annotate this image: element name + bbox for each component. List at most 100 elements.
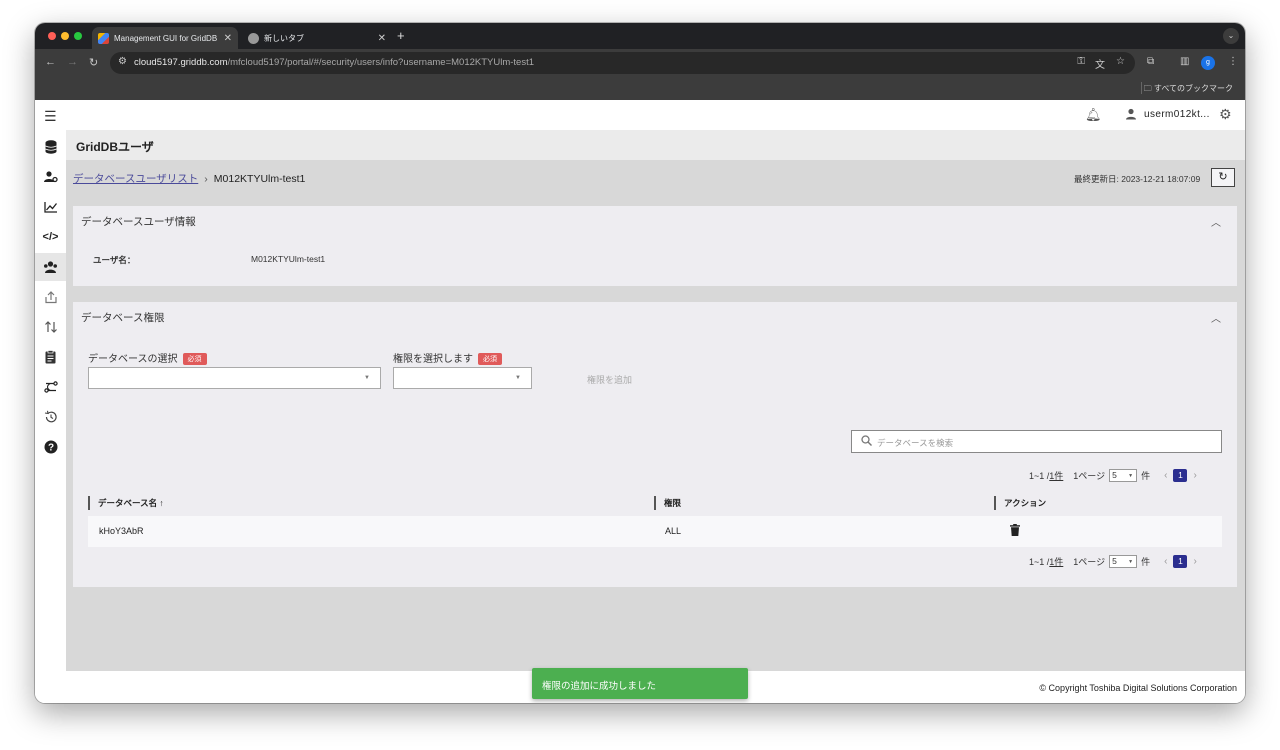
collapse-chevron-icon[interactable]: ︿ — [1211, 310, 1221, 325]
chrome-favicon-icon — [248, 32, 259, 44]
code-icon: </> — [42, 231, 59, 243]
browser-tab-active[interactable]: Management GUI for GridDB ✕ — [92, 27, 238, 49]
total-count-link[interactable]: 1件 — [1049, 469, 1063, 482]
tab-close-icon[interactable]: ✕ — [378, 33, 386, 44]
tab-close-icon[interactable]: ✕ — [224, 33, 232, 44]
required-badge: 必須 — [478, 353, 502, 366]
sidebar-item-database[interactable] — [35, 133, 66, 161]
last-updated: 最終更新日: 2023-12-21 18:07:09 — [1074, 174, 1201, 184]
page-title: GridDBユーザ — [76, 140, 154, 154]
sidebar-item-help[interactable]: ? — [35, 433, 66, 461]
extensions-icon[interactable]: ⧉ — [1147, 56, 1154, 67]
table-row: kHoY3AbR ALL — [88, 516, 1222, 547]
reload-icon[interactable]: ↻ — [89, 56, 98, 69]
next-page-icon[interactable]: › — [1193, 556, 1196, 567]
success-toast: 権限の追加に成功しました — [532, 668, 748, 699]
permissions-header: データベース権限 — [81, 312, 165, 324]
user-gear-icon — [43, 171, 58, 183]
sidebar-item-security[interactable] — [35, 253, 66, 281]
sidebar-item-upload[interactable] — [35, 283, 66, 311]
password-key-icon[interactable]: ⚿ — [1077, 56, 1085, 67]
username-field-value: M012KTYUlm-test1 — [251, 254, 326, 264]
refresh-button[interactable]: ↻ — [1211, 168, 1235, 187]
database-search-input[interactable]: データベースを検索 — [851, 430, 1222, 453]
prev-page-icon[interactable]: ‹ — [1164, 470, 1167, 481]
delete-trash-icon[interactable] — [1010, 524, 1020, 536]
pagination-bottom: 1~1 / 1件 1ページ 5 ▼ 件 ‹ 1 › — [1029, 555, 1197, 568]
title-bar: GridDBユーザ — [66, 130, 1245, 160]
browser-menu-icon[interactable]: ⋮ — [1228, 56, 1238, 67]
permissions-card: データベース権限 ︿ データベースの選択 必須 ▼ 権限を選択します 必須 ▼ 権限… — [73, 302, 1237, 587]
sidebar-item-user-settings[interactable] — [35, 163, 66, 191]
breadcrumb-link-user-list[interactable]: データベースユーザリスト — [73, 173, 198, 185]
address-bar[interactable]: ⚙ cloud5197.griddb.com/mfcloud5197/porta… — [110, 52, 1135, 74]
menu-hamburger-icon[interactable]: ☰ — [44, 108, 57, 125]
notification-bell-icon[interactable]: 🔔︎ — [1085, 107, 1102, 123]
dropdown-caret-icon: ▼ — [364, 375, 370, 381]
new-tab-button[interactable]: + — [397, 28, 405, 43]
main-content: GridDBユーザ データベースユーザリスト › M012KTYUlm-test1 … — [66, 130, 1245, 703]
total-count-link[interactable]: 1件 — [1049, 555, 1063, 568]
sidebar-item-history[interactable] — [35, 403, 66, 431]
user-icon — [1126, 108, 1136, 120]
page-size-select[interactable]: 5 ▼ — [1109, 555, 1138, 568]
current-page-button[interactable]: 1 — [1173, 469, 1188, 482]
site-settings-icon[interactable]: ⚙ — [118, 56, 127, 67]
prev-page-icon[interactable]: ‹ — [1164, 556, 1167, 567]
tab-title: Management GUI for GridDB — [114, 33, 218, 43]
breadcrumb-current: M012KTYUlm-test1 — [213, 173, 306, 185]
url-text: cloud5197.griddb.com/mfcloud5197/portal/… — [134, 57, 535, 68]
tab-strip: Management GUI for GridDB ✕ 新しいタブ ✕ + ⌄ — [35, 23, 1245, 49]
help-icon: ? — [44, 440, 57, 454]
clipboard-icon — [45, 350, 56, 364]
close-window-button[interactable] — [48, 32, 56, 40]
pagination-top: 1~1 / 1件 1ページ 5 ▼ 件 ‹ 1 › — [1029, 469, 1197, 482]
collapse-chevron-icon[interactable]: ︿ — [1211, 214, 1221, 229]
username-label[interactable]: userm012kt... — [1144, 109, 1210, 120]
line-chart-icon — [43, 202, 57, 213]
tab-search-icon[interactable]: ⌄ — [1223, 28, 1239, 44]
history-icon — [44, 410, 57, 423]
connections-icon — [43, 381, 58, 393]
sidebar-item-logs[interactable] — [35, 343, 66, 371]
svg-text:?: ? — [47, 443, 53, 454]
minimize-window-button[interactable] — [61, 32, 69, 40]
tab-title: 新しいタブ — [264, 33, 304, 43]
back-arrow-icon[interactable]: ← — [45, 56, 56, 68]
permission-select-label: 権限を選択します 必須 — [393, 350, 502, 366]
user-info-card: データベースユーザ情報 ︿ ユーザ名： M012KTYUlm-test1 — [73, 206, 1237, 286]
sidebar-item-import-export[interactable] — [35, 313, 66, 341]
bookmark-star-icon[interactable]: ☆ — [1116, 56, 1125, 67]
sidebar-item-query[interactable]: </> — [35, 223, 66, 251]
table-header: データベース名 ↑ 権限 アクション — [88, 492, 1222, 516]
all-bookmarks-button[interactable]: 🗀 すべてのブックマーク — [1144, 83, 1233, 97]
browser-window: Management GUI for GridDB ✕ 新しいタブ ✕ + ⌄ … — [35, 23, 1245, 703]
column-header-database[interactable]: データベース名 ↑ — [88, 496, 164, 510]
permission-select[interactable]: ▼ — [393, 367, 532, 389]
breadcrumb-chevron-icon: › — [204, 173, 208, 185]
database-select[interactable]: ▼ — [88, 367, 381, 389]
sidebar-item-monitoring[interactable] — [35, 193, 66, 221]
search-placeholder: データベースを検索 — [877, 438, 954, 448]
browser-tab[interactable]: 新しいタブ ✕ — [242, 27, 392, 49]
database-icon — [44, 140, 57, 154]
bookmarks-bar: 🗀 すべてのブックマーク — [35, 77, 1245, 100]
translate-icon[interactable]: 文 — [1095, 56, 1105, 71]
copyright-text: © Copyright Toshiba Digital Solutions Co… — [1039, 683, 1237, 693]
app-header: ☰ 🔔︎ userm012kt... ⚙ — [35, 100, 1245, 130]
current-page-button[interactable]: 1 — [1173, 555, 1188, 568]
griddb-favicon-icon — [98, 32, 109, 44]
database-select-label: データベースの選択 必須 — [88, 350, 207, 366]
sidebar-item-network[interactable] — [35, 373, 66, 401]
column-header-action: アクション — [994, 496, 1046, 510]
add-permission-button[interactable]: 権限を追加 — [587, 373, 632, 386]
next-page-icon[interactable]: › — [1193, 470, 1196, 481]
upload-icon — [44, 291, 57, 304]
maximize-window-button[interactable] — [74, 32, 82, 40]
page-size-select[interactable]: 5 ▼ — [1109, 469, 1138, 482]
side-panel-icon[interactable]: ▥ — [1180, 56, 1189, 67]
profile-avatar[interactable]: g — [1201, 56, 1215, 70]
settings-gear-icon[interactable]: ⚙ — [1219, 106, 1232, 123]
forward-arrow-icon[interactable]: → — [67, 56, 78, 68]
dropdown-caret-icon: ▼ — [515, 375, 521, 381]
